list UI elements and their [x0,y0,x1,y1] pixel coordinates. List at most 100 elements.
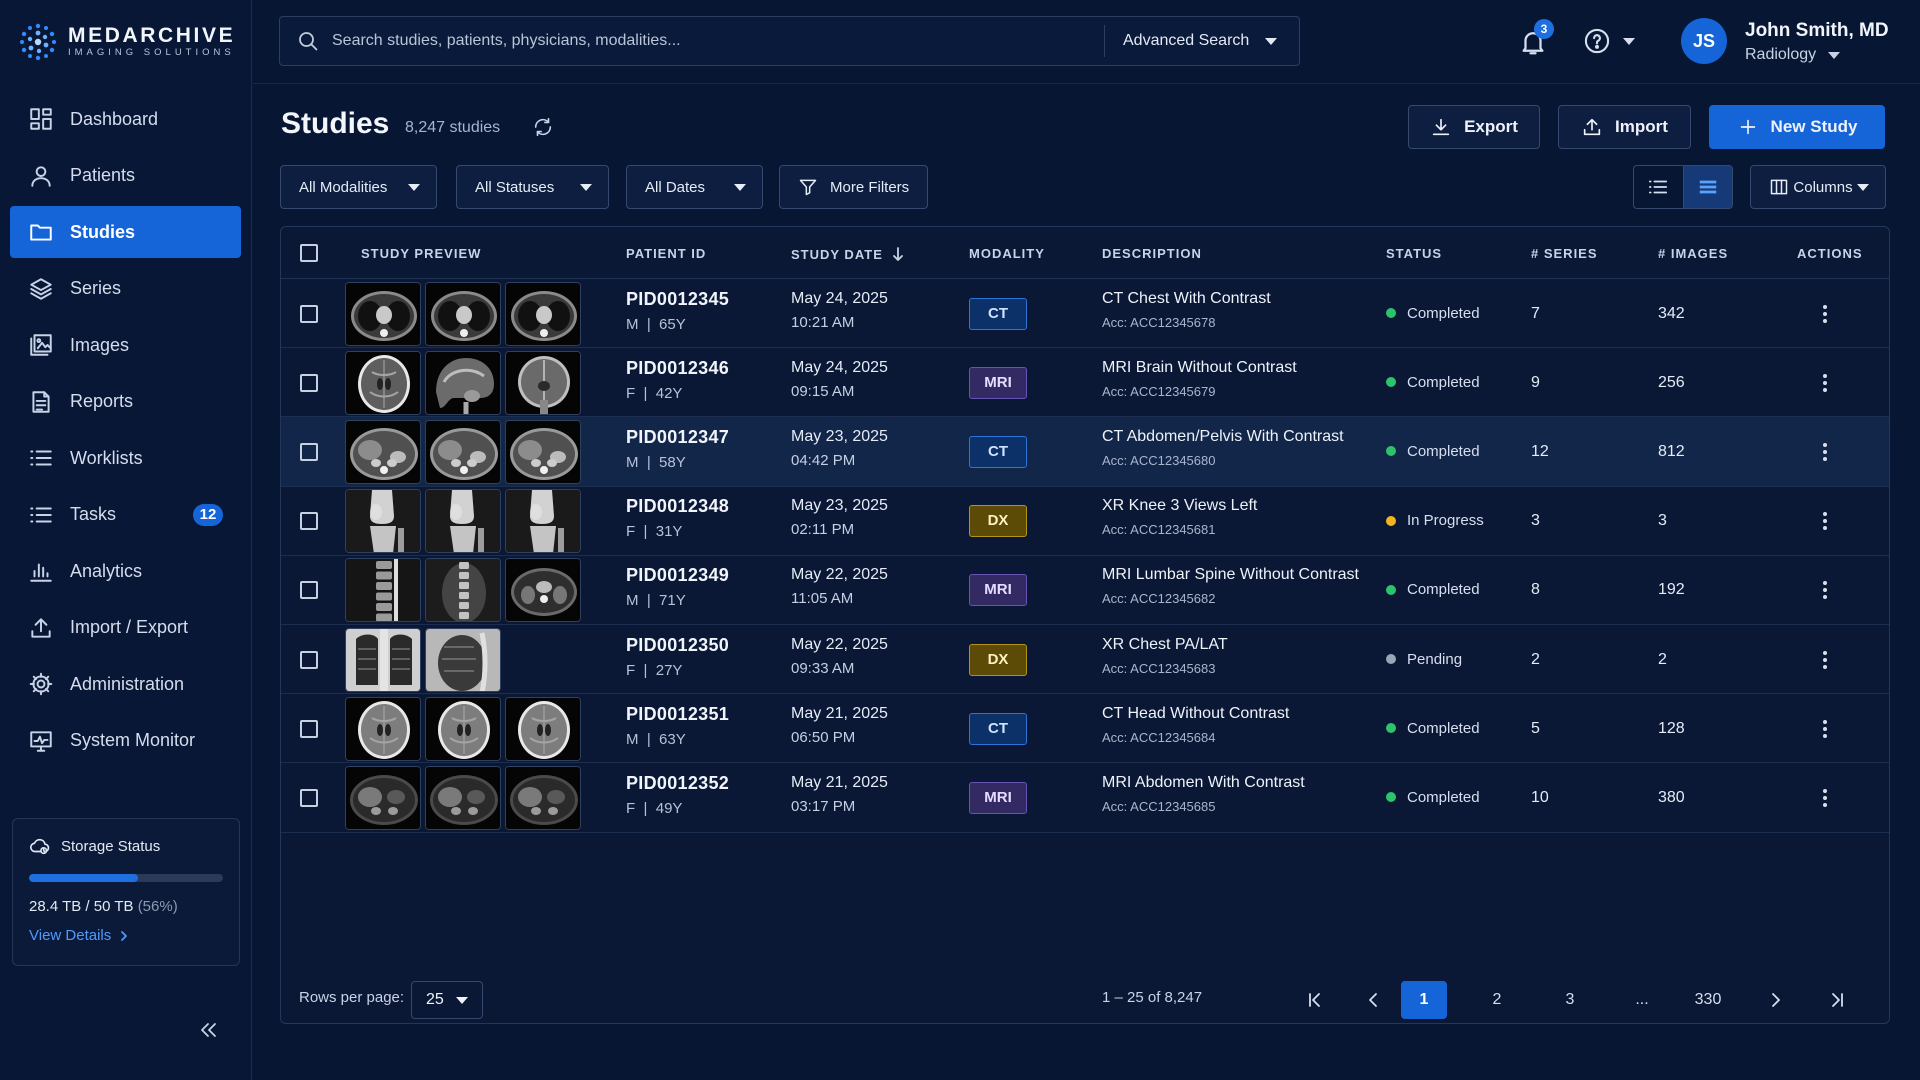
patient-id[interactable]: PID0012345 [626,289,729,310]
table-row[interactable]: PID0012351 M | 63Y May 21, 2025 06:50 PM CT C… [281,694,1889,764]
study-thumbnail[interactable] [345,765,421,830]
column-header-description[interactable]: DESCRIPTION [1102,246,1202,261]
study-thumbnail[interactable] [505,696,581,761]
export-button[interactable]: Export [1408,105,1540,149]
user-role[interactable]: Radiology [1745,46,1889,64]
previous-page-button[interactable] [1355,981,1393,1019]
next-page-button[interactable] [1756,981,1794,1019]
new-study-button[interactable]: New Study [1709,105,1885,149]
patient-id[interactable]: PID0012349 [626,565,729,586]
patient-id[interactable]: PID0012352 [626,773,729,794]
study-thumbnail[interactable] [425,627,501,692]
column-header-series[interactable]: # SERIES [1531,246,1598,261]
row-actions-menu[interactable] [1821,786,1829,810]
sidebar-item-studies[interactable]: Studies [10,206,241,258]
advanced-search-dropdown[interactable]: Advanced Search [1105,32,1299,50]
columns-button[interactable]: Columns [1750,165,1886,209]
study-thumbnail[interactable] [425,281,501,346]
modality-filter[interactable]: All Modalities [280,165,437,209]
import-button[interactable]: Import [1558,105,1691,149]
table-row[interactable]: PID0012350 F | 27Y May 22, 2025 09:33 AM DX X… [281,625,1889,695]
user-avatar[interactable]: JS [1681,18,1727,64]
study-thumbnail[interactable] [505,281,581,346]
sidebar-item-dashboard[interactable]: Dashboard [10,93,241,145]
patient-id[interactable]: PID0012351 [626,704,729,725]
study-thumbnail[interactable] [425,765,501,830]
study-thumbnail[interactable] [425,558,501,623]
sidebar-item-administration[interactable]: Administration [10,658,241,710]
study-thumbnail[interactable] [505,350,581,415]
sidebar-item-import-export[interactable]: Import / Export [10,602,241,654]
sidebar-item-worklists[interactable]: Worklists [10,432,241,484]
patient-id[interactable]: PID0012348 [626,496,729,517]
table-row[interactable]: PID0012349 M | 71Y May 22, 2025 11:05 AM MRI… [281,556,1889,625]
study-thumbnail[interactable] [425,489,501,554]
table-row[interactable]: PID0012352 F | 49Y May 21, 2025 03:17 PM MRI… [281,763,1889,833]
column-header-modality[interactable]: MODALITY [969,246,1045,261]
study-thumbnail[interactable] [505,765,581,830]
sidebar-item-series[interactable]: Series [10,263,241,315]
first-page-button[interactable] [1296,981,1334,1019]
row-checkbox[interactable] [300,373,318,392]
study-thumbnail[interactable] [425,419,501,484]
column-header-images[interactable]: # IMAGES [1658,246,1728,261]
rows-per-page-select[interactable]: 25 [411,981,483,1019]
page-button-3[interactable]: 3 [1551,981,1589,1019]
study-thumbnail[interactable] [505,489,581,554]
study-thumbnail[interactable] [345,489,421,554]
sidebar-item-patients[interactable]: Patients [10,150,241,202]
column-header-patient-id[interactable]: PATIENT ID [626,246,706,261]
row-actions-menu[interactable] [1821,371,1829,395]
page-button-2[interactable]: 2 [1478,981,1516,1019]
study-thumbnail[interactable] [345,419,421,484]
study-thumbnail[interactable] [505,419,581,484]
sidebar-item-reports[interactable]: Reports [10,376,241,428]
column-header-study-date[interactable]: STUDY DATE [791,246,905,262]
patient-id[interactable]: PID0012346 [626,358,729,379]
more-filters-button[interactable]: More Filters [779,165,928,209]
row-actions-menu[interactable] [1821,648,1829,672]
table-row[interactable]: PID0012348 F | 31Y May 23, 2025 02:11 PM DX X… [281,487,1889,556]
study-thumbnail[interactable] [345,696,421,761]
select-all-checkbox[interactable] [300,244,318,262]
row-checkbox[interactable] [300,512,318,531]
table-row[interactable]: PID0012346 F | 42Y May 24, 2025 09:15 AM MRI… [281,348,1889,418]
table-row[interactable]: PID0012347 M | 58Y May 23, 2025 04:42 PM CT C… [281,417,1889,487]
study-thumbnail[interactable] [345,281,421,346]
row-checkbox[interactable] [300,788,318,807]
row-actions-menu[interactable] [1821,717,1829,741]
help-menu[interactable] [1583,27,1635,55]
refresh-icon[interactable] [532,116,554,138]
table-row[interactable]: PID0012345 M | 65Y May 24, 2025 10:21 AM CT C… [281,279,1889,349]
row-checkbox[interactable] [300,304,318,323]
list-view-button[interactable] [1634,166,1683,208]
search-input[interactable] [332,17,1104,65]
sidebar-item-tasks[interactable]: Tasks 12 [10,489,241,541]
study-thumbnail[interactable] [345,350,421,415]
last-page-button[interactable] [1818,981,1856,1019]
page-button-last[interactable]: 330 [1689,981,1727,1019]
study-thumbnail[interactable] [345,558,421,623]
patient-id[interactable]: PID0012350 [626,635,729,656]
collapse-sidebar-icon[interactable] [196,1018,220,1042]
study-thumbnail[interactable] [425,696,501,761]
sidebar-item-system-monitor[interactable]: System Monitor [10,715,241,767]
row-checkbox[interactable] [300,581,318,600]
user-menu[interactable]: John Smith, MD Radiology [1745,20,1889,64]
row-actions-menu[interactable] [1821,440,1829,464]
page-button-1[interactable]: 1 [1401,981,1447,1019]
study-thumbnail[interactable] [425,350,501,415]
sidebar-item-analytics[interactable]: Analytics [10,545,241,597]
row-checkbox[interactable] [300,442,318,461]
row-actions-menu[interactable] [1821,509,1829,533]
row-checkbox[interactable] [300,719,318,738]
status-filter[interactable]: All Statuses [456,165,609,209]
app-logo[interactable]: MEDARCHIVE IMAGING SOLUTIONS [18,22,235,62]
study-thumbnail[interactable] [345,627,421,692]
patient-id[interactable]: PID0012347 [626,427,729,448]
view-details-link[interactable]: View Details [29,927,223,944]
date-filter[interactable]: All Dates [626,165,763,209]
row-actions-menu[interactable] [1821,302,1829,326]
table-view-button[interactable] [1682,166,1732,208]
sidebar-item-images[interactable]: Images [10,319,241,371]
